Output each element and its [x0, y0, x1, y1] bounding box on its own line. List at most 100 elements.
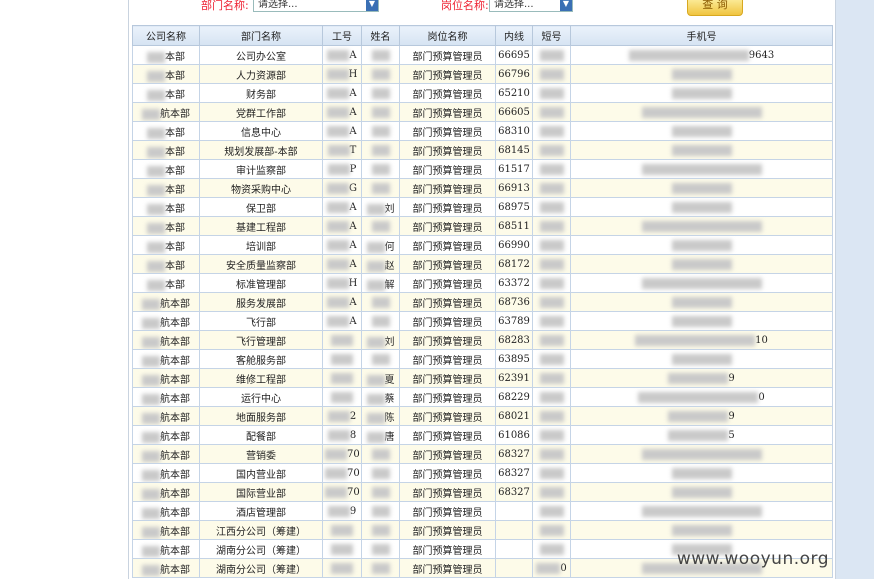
cell-text: 68511	[498, 220, 530, 232]
table-row[interactable]: 本部 培训部 A 何 部门预算管理员 66990	[132, 235, 833, 255]
cell-mobile	[570, 64, 833, 84]
cell-text: A	[349, 201, 357, 213]
table-row[interactable]: 本部 规划发展部-本部 T 部门预算管理员 68145	[132, 140, 833, 160]
cell-name	[361, 216, 400, 236]
table-row[interactable]: 航本部 维修工程部 夏 部门预算管理员 62391 9	[132, 368, 833, 388]
redaction-blur	[147, 70, 165, 82]
watermark: www.wooyun.org	[676, 549, 829, 569]
table-row[interactable]: 航本部 国内营业部 70 部门预算管理员 68327	[132, 463, 833, 483]
cell-text: 66990	[498, 239, 530, 251]
redaction-blur	[327, 258, 350, 270]
table-row[interactable]: 本部 标准管理部 H 解 部门预算管理员 63372	[132, 273, 833, 293]
cell-text: 刘	[384, 336, 395, 348]
header-ext[interactable]: 内线	[495, 25, 533, 46]
cell-mobile: 9	[570, 406, 833, 426]
cell-text: 10	[755, 334, 768, 346]
cell-text: 66605	[498, 106, 530, 118]
table-row[interactable]: 本部 物资采购中心 G 部门预算管理员 66913	[132, 178, 833, 198]
table-row[interactable]: 航本部 营销委 70 部门预算管理员 68327	[132, 444, 833, 464]
redaction-blur	[641, 505, 762, 517]
redaction-blur	[539, 334, 564, 346]
query-button[interactable]: 查 询	[687, 0, 743, 16]
cell-id: A	[322, 45, 362, 65]
header-company[interactable]: 公司名称	[132, 25, 200, 46]
redaction-blur	[147, 222, 165, 234]
cell-text: 0	[560, 562, 567, 574]
header-mobile[interactable]: 手机号	[570, 25, 833, 46]
cell-text: A	[349, 296, 357, 308]
cell-text: 航本部	[160, 545, 190, 557]
cell-text: 部门预算管理员	[412, 203, 483, 215]
cell-text: T	[349, 144, 357, 156]
table-row[interactable]: 本部 信息中心 A 部门预算管理员 68310	[132, 121, 833, 141]
table-row[interactable]: 航本部 运行中心 蔡 部门预算管理员 68229 0	[132, 387, 833, 407]
cell-text: 63789	[498, 315, 530, 327]
table-row[interactable]: 航本部 服务发展部 A 部门预算管理员 68736	[132, 292, 833, 312]
cell-dept: 标准管理部	[199, 273, 323, 293]
cell-ext: 68021	[495, 406, 533, 426]
cell-post: 部门预算管理员	[399, 102, 496, 122]
table-row[interactable]: 航本部 酒店管理部 9 部门预算管理员	[132, 501, 833, 521]
table-row[interactable]: 航本部 飞行部 A 部门预算管理员 63789	[132, 311, 833, 331]
cell-text: 赵	[384, 260, 395, 272]
cell-name	[361, 349, 400, 369]
cell-ext: 68229	[495, 387, 533, 407]
cell-dept: 飞行部	[199, 311, 323, 331]
table-row[interactable]: 航本部 配餐部 8 唐 部门预算管理员 61086 5	[132, 425, 833, 445]
cell-company: 航本部	[132, 311, 200, 331]
redaction-blur	[325, 467, 347, 479]
redaction-blur	[539, 277, 564, 289]
header-dept[interactable]: 部门名称	[199, 25, 323, 46]
table-row[interactable]: 本部 人力资源部 H 部门预算管理员 66796	[132, 64, 833, 84]
cell-short	[532, 254, 571, 274]
header-id[interactable]: 工号	[322, 25, 362, 46]
cell-mobile	[570, 216, 833, 236]
redaction-blur	[539, 448, 564, 460]
redaction-blur	[371, 486, 390, 498]
redaction-blur	[539, 353, 564, 365]
cell-ext: 68310	[495, 121, 533, 141]
cell-mobile	[570, 140, 833, 160]
table-row[interactable]: 航本部 地面服务部 2 陈 部门预算管理员 68021 9	[132, 406, 833, 426]
cell-name	[361, 83, 400, 103]
cell-text: 68736	[498, 296, 530, 308]
table-row[interactable]: 航本部 飞行管理部 刘 部门预算管理员 68283 10	[132, 330, 833, 350]
cell-mobile	[570, 463, 833, 483]
header-short[interactable]: 短号	[532, 25, 571, 46]
cell-ext: 65210	[495, 83, 533, 103]
header-post[interactable]: 岗位名称	[399, 25, 496, 46]
cell-short	[532, 425, 571, 445]
redaction-blur	[142, 336, 160, 348]
cell-text: 部门预算管理员	[412, 241, 483, 253]
cell-ext: 61086	[495, 425, 533, 445]
table-row[interactable]: 本部 财务部 A 部门预算管理员 65210	[132, 83, 833, 103]
table-row[interactable]: 本部 安全质量监察部 A 赵 部门预算管理员 68172	[132, 254, 833, 274]
cell-text: H	[348, 277, 358, 289]
cell-short	[532, 292, 571, 312]
redaction-blur	[327, 182, 349, 194]
table-row[interactable]: 本部 审计监察部 P 部门预算管理员 61517	[132, 159, 833, 179]
redaction-blur	[539, 467, 564, 479]
table-row[interactable]: 本部 基建工程部 A 部门预算管理员 68511	[132, 216, 833, 236]
cell-text: 何	[384, 241, 395, 253]
redaction-blur	[327, 49, 350, 61]
table-row[interactable]: 航本部 江西分公司（筹建） 部门预算管理员	[132, 520, 833, 540]
cell-company: 航本部	[132, 425, 200, 445]
table-row[interactable]: 本部 保卫部 A 刘 部门预算管理员 68975	[132, 197, 833, 217]
post-select[interactable]: 请选择... ▼	[489, 0, 573, 12]
cell-text: 营销委	[246, 450, 276, 462]
header-name[interactable]: 姓名	[361, 25, 400, 46]
table-row[interactable]: 本部 公司办公室 A 部门预算管理员 66695 9643	[132, 45, 833, 65]
table-row[interactable]: 航本部 客舱服务部 部门预算管理员 63895	[132, 349, 833, 369]
redaction-blur	[327, 163, 350, 175]
dept-select[interactable]: 请选择... ▼	[253, 0, 379, 12]
redaction-blur	[641, 448, 762, 460]
redaction-blur	[536, 562, 561, 574]
cell-name: 何	[361, 235, 400, 255]
cell-text: 刘	[384, 203, 395, 215]
cell-id	[322, 349, 362, 369]
redaction-blur	[539, 68, 564, 80]
cell-post: 部门预算管理员	[399, 330, 496, 350]
table-row[interactable]: 航本部 国际营业部 70 部门预算管理员 68327	[132, 482, 833, 502]
table-row[interactable]: 航本部 党群工作部 A 部门预算管理员 66605	[132, 102, 833, 122]
